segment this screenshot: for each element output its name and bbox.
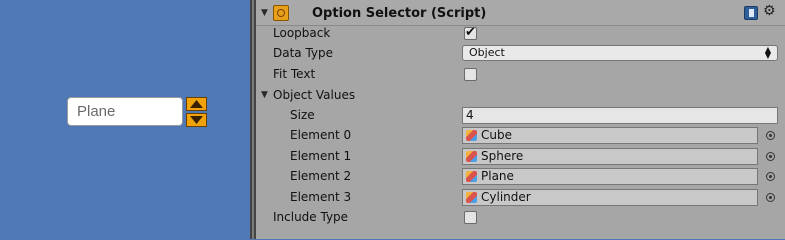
data-type-row: Data Type Object ▲ ▼ — [256, 43, 785, 63]
prefab-icon — [466, 192, 477, 203]
element-3-object-field[interactable]: Cylinder — [462, 189, 758, 206]
size-label: Size — [290, 108, 315, 122]
data-type-dropdown[interactable]: Object ▲ ▼ — [462, 45, 778, 61]
include-type-checkbox[interactable] — [464, 211, 477, 224]
element-1-label: Element 1 — [290, 149, 352, 163]
game-view: Plane — [0, 0, 250, 239]
element-2-object-field[interactable]: Plane — [462, 168, 758, 185]
arrow-down-icon — [190, 116, 203, 124]
element-1-value: Sphere — [481, 149, 524, 163]
gear-icon[interactable]: ⚙ — [763, 3, 776, 19]
object-values-foldout-icon[interactable]: ▼ — [261, 90, 268, 100]
element-0-label: Element 0 — [290, 128, 352, 142]
element-0-row: Element 0 Cube — [256, 125, 785, 145]
fit-text-row: Fit Text — [256, 64, 785, 84]
fit-text-checkbox[interactable] — [464, 68, 477, 81]
option-down-button[interactable] — [186, 113, 207, 127]
loopback-row: Loopback ✔ — [256, 23, 785, 43]
element-0-object-field[interactable]: Cube — [462, 127, 758, 144]
element-3-value: Cylinder — [481, 190, 531, 204]
object-values-label: Object Values — [273, 88, 356, 102]
element-1-picker-icon[interactable] — [766, 152, 775, 161]
size-field[interactable]: 4 — [462, 107, 778, 124]
data-type-label: Data Type — [273, 46, 334, 60]
prefab-icon — [466, 171, 477, 182]
help-book-icon[interactable] — [744, 6, 758, 20]
option-up-button[interactable] — [186, 97, 207, 111]
size-row: Size 4 — [256, 105, 785, 125]
component-title: Option Selector (Script) — [312, 6, 487, 21]
prefab-icon — [466, 151, 477, 162]
data-type-value: Object — [469, 46, 505, 59]
include-type-label: Include Type — [273, 210, 349, 224]
dropdown-arrows-icon: ▲ ▼ — [764, 45, 771, 60]
loopback-label: Loopback — [273, 26, 331, 40]
object-values-row[interactable]: ▼ Object Values — [256, 85, 785, 105]
element-1-object-field[interactable]: Sphere — [462, 148, 758, 165]
panel-divider-highlight — [252, 0, 254, 239]
element-0-value: Cube — [481, 128, 512, 142]
include-type-row: Include Type — [256, 207, 785, 227]
inspector-panel: ▼ Option Selector (Script) ⚙ Loopback ✔ … — [256, 0, 785, 239]
element-3-row: Element 3 Cylinder — [256, 187, 785, 207]
fit-text-label: Fit Text — [273, 67, 316, 81]
option-selector-display[interactable]: Plane — [67, 97, 183, 126]
element-0-picker-icon[interactable] — [766, 131, 775, 140]
element-2-row: Element 2 Plane — [256, 166, 785, 186]
element-1-row: Element 1 Sphere — [256, 146, 785, 166]
foldout-arrow-icon[interactable]: ▼ — [261, 8, 268, 18]
element-2-picker-icon[interactable] — [766, 172, 775, 181]
loopback-checkbox[interactable]: ✔ — [464, 26, 477, 40]
element-2-label: Element 2 — [290, 169, 352, 183]
script-icon — [273, 5, 289, 21]
element-2-value: Plane — [481, 169, 514, 183]
element-3-picker-icon[interactable] — [766, 193, 775, 202]
arrow-up-icon — [190, 100, 203, 108]
element-3-label: Element 3 — [290, 190, 352, 204]
prefab-icon — [466, 130, 477, 141]
